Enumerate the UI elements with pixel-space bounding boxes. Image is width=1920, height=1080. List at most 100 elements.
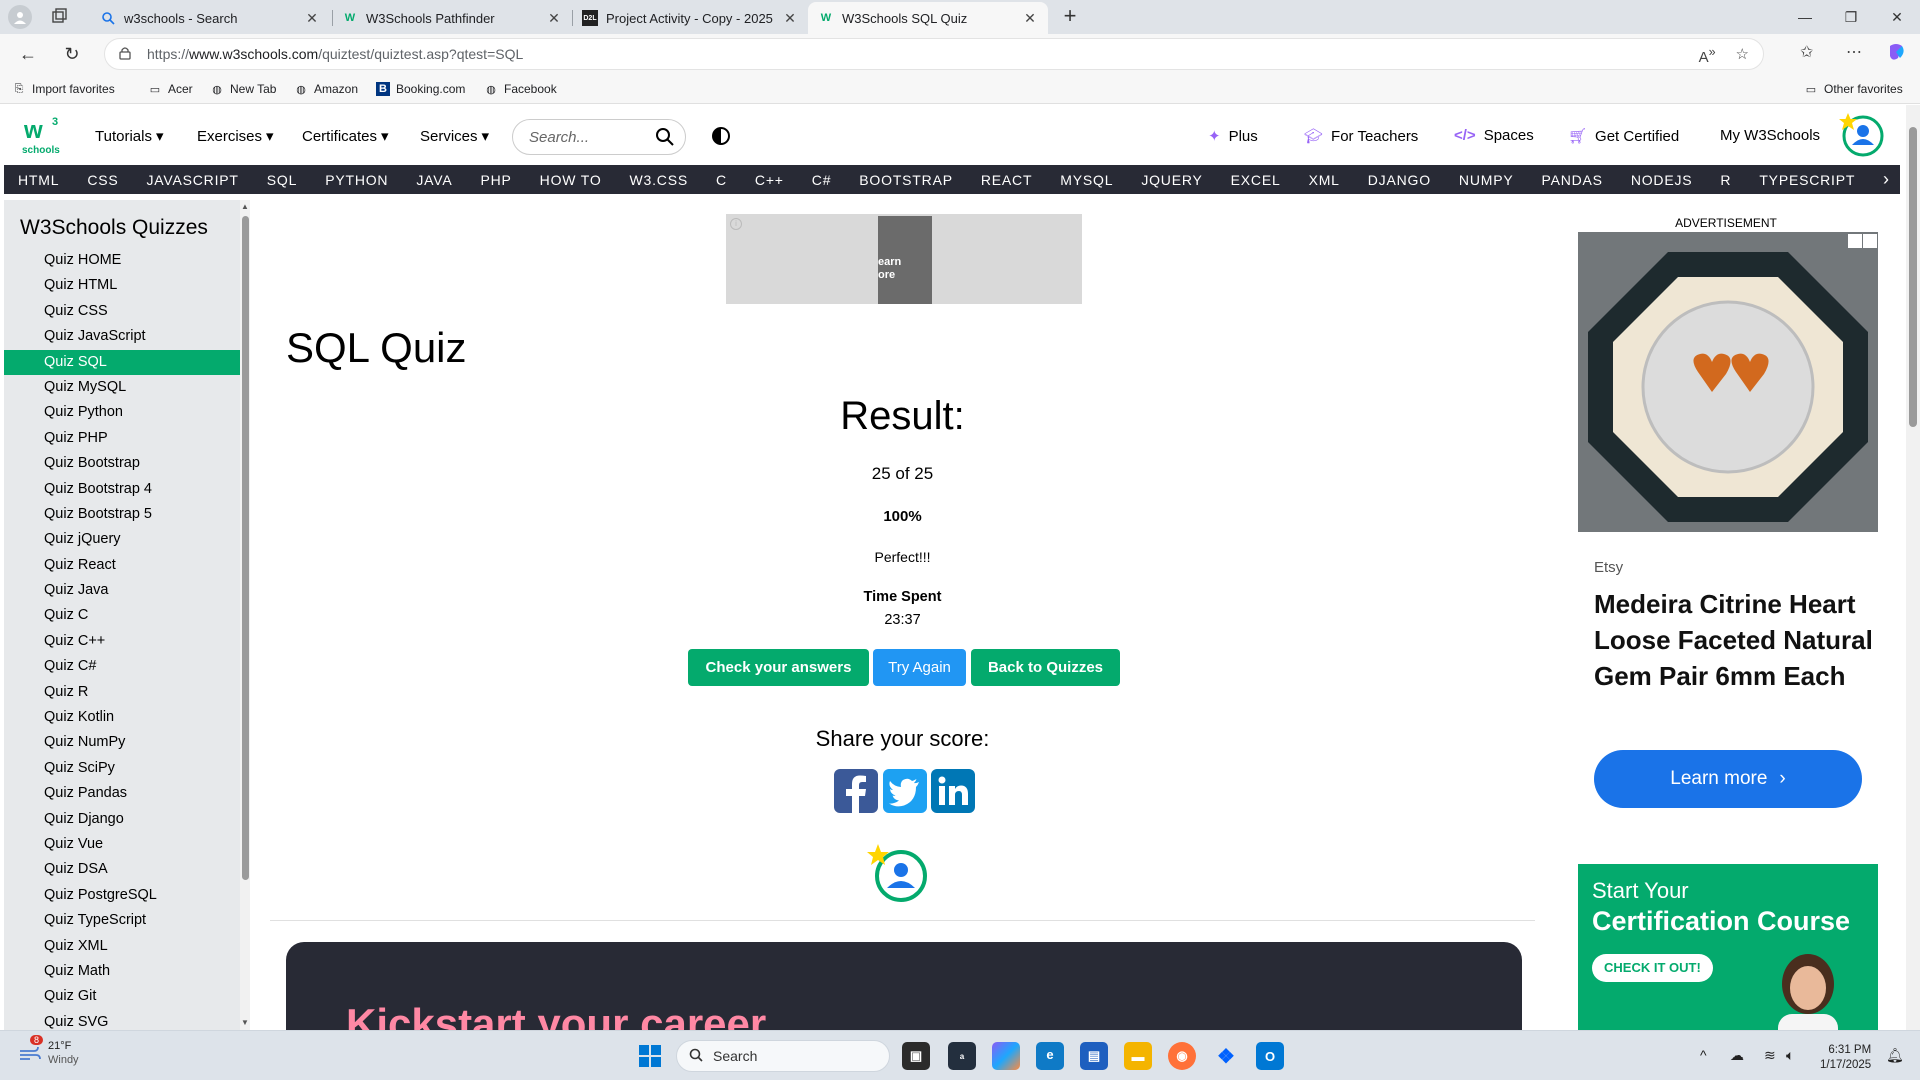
system-clock[interactable]: 6:31 PM 1/17/2025: [1820, 1043, 1871, 1073]
fav-import-favorites[interactable]: ⎘ Import favorites: [12, 82, 115, 96]
profile-icon[interactable]: [8, 5, 32, 29]
user-avatar-icon[interactable]: [1838, 111, 1884, 157]
facebook-share-icon[interactable]: [834, 769, 878, 813]
outlook-icon[interactable]: O: [1256, 1042, 1284, 1070]
ad-title[interactable]: Medeira Citrine Heart Loose Faceted Natu…: [1594, 586, 1884, 694]
menu-exercises[interactable]: Exercises ▾: [197, 127, 274, 146]
topic-nav-item[interactable]: NODEJS: [1617, 172, 1707, 188]
chevron-right-icon[interactable]: ›: [1872, 165, 1900, 194]
topic-nav-item[interactable]: TYPESCRIPT: [1745, 172, 1869, 188]
learn-more-button[interactable]: Learn more ›: [1594, 750, 1862, 808]
store-icon[interactable]: ▤: [1080, 1042, 1108, 1070]
topic-nav-item[interactable]: HTML: [4, 172, 73, 188]
minimize-icon[interactable]: —: [1782, 0, 1828, 34]
topic-nav-item[interactable]: C#: [798, 172, 846, 188]
close-icon[interactable]: ✕: [1022, 10, 1038, 27]
sidebar-quiz-link[interactable]: Quiz CSS: [4, 299, 240, 324]
sidebar-quiz-link[interactable]: Quiz C: [4, 603, 240, 628]
sidebar-quiz-link[interactable]: Quiz SciPy: [4, 756, 240, 781]
taskbar-search-input[interactable]: Search: [676, 1040, 890, 1072]
onedrive-icon[interactable]: ☁: [1730, 1047, 1744, 1064]
firefox-icon[interactable]: ◉: [1168, 1042, 1196, 1070]
sidebar-quiz-link[interactable]: Quiz Python: [4, 400, 240, 425]
topic-nav-item[interactable]: HOW TO: [526, 172, 616, 188]
tab-project-activity[interactable]: D2L Project Activity - Copy - 2025 Spr ✕: [572, 2, 808, 34]
copilot-app-icon[interactable]: [992, 1042, 1020, 1070]
sidebar-quiz-link[interactable]: Quiz PostgreSQL: [4, 883, 240, 908]
sidebar-quiz-link[interactable]: Quiz Math: [4, 959, 240, 984]
sidebar-quiz-link[interactable]: Quiz C++: [4, 629, 240, 654]
new-tab-button[interactable]: +: [1058, 5, 1082, 29]
page-scrollbar[interactable]: [1906, 105, 1920, 1030]
close-window-icon[interactable]: ✕: [1874, 0, 1920, 34]
link-my-w3schools[interactable]: My W3Schools: [1720, 127, 1820, 144]
topic-nav-item[interactable]: C: [702, 172, 741, 188]
gem-product-image[interactable]: [1578, 232, 1878, 532]
close-icon[interactable]: ✕: [304, 10, 320, 27]
back-icon[interactable]: ←: [16, 42, 40, 66]
sidebar-quiz-link[interactable]: Quiz Bootstrap 4: [4, 477, 240, 502]
topic-nav-item[interactable]: NUMPY: [1445, 172, 1528, 188]
w3schools-logo[interactable]: w 3 schools: [22, 115, 62, 156]
topic-nav-item[interactable]: R: [1706, 172, 1745, 188]
favorites-icon[interactable]: ✩: [1800, 42, 1813, 62]
sidebar-quiz-link[interactable]: Quiz Bootstrap 5: [4, 502, 240, 527]
topic-nav-item[interactable]: BOOTSTRAP: [845, 172, 967, 188]
topic-nav-item[interactable]: SQL: [253, 172, 311, 188]
twitter-share-icon[interactable]: [883, 769, 927, 813]
fav-acer[interactable]: ▭ Acer: [148, 82, 193, 96]
sidebar-quiz-link[interactable]: Quiz NumPy: [4, 730, 240, 755]
topic-nav-item[interactable]: W3.CSS: [616, 172, 702, 188]
sidebar-quiz-link[interactable]: Quiz HOME: [4, 248, 240, 273]
read-aloud-icon[interactable]: A»: [1699, 45, 1716, 66]
close-icon[interactable]: ✕: [546, 10, 562, 27]
sidebar-quiz-link[interactable]: Quiz Bootstrap: [4, 451, 240, 476]
topic-nav-item[interactable]: EXCEL: [1217, 172, 1295, 188]
sidebar-quiz-link[interactable]: Quiz Pandas: [4, 781, 240, 806]
sidebar-quiz-link[interactable]: Quiz HTML: [4, 273, 240, 298]
sidebar-quiz-link[interactable]: Quiz Git: [4, 984, 240, 1009]
page-scroll-thumb[interactable]: [1909, 127, 1917, 427]
sidebar-quiz-link[interactable]: Quiz Vue: [4, 832, 240, 857]
edge-browser-icon[interactable]: e: [1036, 1042, 1064, 1070]
topic-nav-item[interactable]: C++: [741, 172, 798, 188]
fav-other-favorites[interactable]: ▭ Other favorites: [1804, 82, 1903, 96]
topic-nav-item[interactable]: MYSQL: [1046, 172, 1127, 188]
topic-nav-item[interactable]: XML: [1295, 172, 1354, 188]
sidebar-quiz-link[interactable]: Quiz PHP: [4, 426, 240, 451]
menu-tutorials[interactable]: Tutorials ▾: [95, 127, 164, 146]
amazon-app-icon[interactable]: a: [948, 1042, 976, 1070]
top-advertisement[interactable]: i earn ore: [726, 214, 1082, 304]
url-field[interactable]: https://www.w3schools.com/quiztest/quizt…: [104, 38, 1764, 70]
sidebar-quiz-link[interactable]: Quiz jQuery: [4, 527, 240, 552]
topic-nav-item[interactable]: JAVA: [402, 172, 466, 188]
more-menu-icon[interactable]: ⋯: [1846, 42, 1862, 62]
sidebar-quiz-link[interactable]: Quiz Django: [4, 807, 240, 832]
topic-nav-item[interactable]: JAVASCRIPT: [133, 172, 253, 188]
sidebar-quiz-link[interactable]: Quiz SQL: [4, 349, 240, 375]
certification-ad[interactable]: Start Your Certification Course CHECK IT…: [1578, 864, 1878, 1034]
windows-start-icon[interactable]: [636, 1042, 664, 1070]
refresh-icon[interactable]: ↻: [60, 42, 84, 66]
sidebar-scrollbar[interactable]: ▲ ▼: [240, 200, 250, 1030]
topic-nav-item[interactable]: PYTHON: [311, 172, 402, 188]
sidebar-scroll-thumb[interactable]: [242, 216, 249, 880]
weather-widget[interactable]: 8 21°F Windy: [18, 1035, 79, 1067]
ad-info-icon[interactable]: i: [730, 218, 742, 230]
sidebar-quiz-link[interactable]: Quiz React: [4, 553, 240, 578]
tab-w3schools-sql-quiz[interactable]: W W3Schools SQL Quiz ✕: [808, 2, 1048, 34]
fav-amazon[interactable]: ◍ Amazon: [294, 82, 358, 96]
restore-icon[interactable]: ❐: [1828, 0, 1874, 34]
check-answers-button[interactable]: Check your answers: [688, 649, 869, 686]
tab-w3schools-pathfinder[interactable]: W W3Schools Pathfinder ✕: [332, 2, 572, 34]
contrast-toggle-icon[interactable]: [712, 127, 730, 145]
cert-ad-button[interactable]: CHECK IT OUT!: [1592, 954, 1713, 982]
tab-w3schools-search[interactable]: w3schools - Search ✕: [90, 2, 330, 34]
try-again-button[interactable]: Try Again: [873, 649, 966, 686]
topic-nav-item[interactable]: PANDAS: [1527, 172, 1616, 188]
sidebar-quiz-link[interactable]: Quiz MySQL: [4, 375, 240, 400]
link-get-certified[interactable]: 🛒︎ Get Certified: [1568, 127, 1679, 146]
topic-nav-item[interactable]: REACT: [967, 172, 1046, 188]
menu-services[interactable]: Services ▾: [420, 127, 489, 146]
sidebar-quiz-link[interactable]: Quiz JavaScript: [4, 324, 240, 349]
